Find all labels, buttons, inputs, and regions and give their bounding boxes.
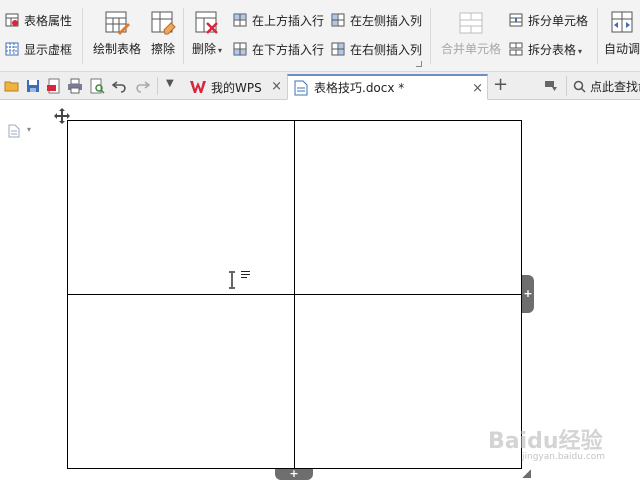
table-cell[interactable] <box>294 120 522 295</box>
watermark-site: jingyan.baidu.com <box>522 452 606 462</box>
gridlines-icon <box>5 42 19 56</box>
document-table[interactable] <box>67 120 522 469</box>
table-row <box>67 120 522 295</box>
tab-my-wps[interactable]: 我的WPS × <box>184 74 286 100</box>
delete-table-icon <box>195 11 218 34</box>
wps-logo-icon <box>190 81 206 93</box>
search-icon <box>573 80 586 93</box>
print-preview-icon[interactable] <box>89 78 105 94</box>
insert-col-right-button[interactable]: 在右侧插入列 <box>331 38 422 60</box>
table-properties-button[interactable]: 表格属性 <box>5 9 72 31</box>
text-cursor-icon <box>229 271 235 289</box>
split-cells-button[interactable]: 拆分单元格 <box>509 9 588 31</box>
auto-adjust-button[interactable]: 自动调 <box>604 10 640 66</box>
show-gridlines-label: 显示虚框 <box>24 42 73 57</box>
chevron-down-icon: ▾ <box>218 46 223 55</box>
auto-adjust-label: 自动调 <box>604 42 640 56</box>
table-resize-handle[interactable] <box>522 469 531 478</box>
print-icon[interactable] <box>67 78 83 94</box>
open-folder-icon[interactable] <box>4 78 20 94</box>
redo-icon[interactable] <box>134 78 150 94</box>
table-row <box>67 294 522 469</box>
draw-table-label: 绘制表格 <box>92 42 141 56</box>
new-tab-button[interactable]: + <box>493 76 508 94</box>
page-icon[interactable] <box>8 124 20 138</box>
insert-col-right-label: 在右侧插入列 <box>350 42 423 57</box>
delete-label: 删除 ▾ <box>191 42 223 56</box>
dialog-launcher-icon[interactable] <box>416 61 422 67</box>
insert-column-left-icon <box>331 13 345 27</box>
collapse-menu-icon[interactable] <box>544 80 558 92</box>
insert-row-above-icon <box>233 13 247 27</box>
watermark-brand: Baidu经验 <box>488 428 603 454</box>
delete-button[interactable]: 删除 ▾ <box>188 10 226 66</box>
split-table-button[interactable]: 拆分表格 ▾ <box>509 38 582 60</box>
merge-cells-label: 合并单元格 <box>440 42 501 56</box>
close-icon[interactable]: × <box>271 79 282 94</box>
insert-row-above-button[interactable]: 在上方插入行 <box>233 9 324 31</box>
insert-col-left-label: 在左侧插入列 <box>350 13 423 28</box>
draw-table-icon <box>105 11 130 35</box>
split-cells-label: 拆分单元格 <box>528 13 589 28</box>
command-search[interactable]: 点此查找命 <box>566 76 640 96</box>
insert-column-right-icon <box>331 42 345 56</box>
table-properties-label: 表格属性 <box>24 13 73 28</box>
ribbon-divider <box>183 8 184 64</box>
customize-dropdown-icon[interactable]: ▼ <box>166 78 174 89</box>
tab-document[interactable]: 表格技巧.docx * × <box>287 74 488 100</box>
insert-row-below-label: 在下方插入行 <box>252 42 325 57</box>
split-cells-icon <box>509 13 523 27</box>
draw-table-button[interactable]: 绘制表格 <box>92 10 142 66</box>
export-pdf-icon[interactable] <box>46 78 62 94</box>
tab-label: 我的WPS <box>211 80 262 95</box>
erase-button[interactable]: 擦除 <box>148 10 178 66</box>
eraser-icon <box>151 11 176 35</box>
table-properties-icon <box>5 13 19 27</box>
add-column-button[interactable]: + <box>522 275 534 313</box>
split-table-icon <box>509 42 523 56</box>
ribbon-toolbar: 表格属性 显示虚框 绘制表格 擦除 删除 ▾ 在上方插入行 在下方插入行 在左侧插… <box>0 0 640 72</box>
merge-cells-icon <box>459 12 483 34</box>
toolbar-divider <box>157 77 158 95</box>
split-table-label: 拆分表格 ▾ <box>528 42 583 57</box>
insert-col-left-button[interactable]: 在左侧插入列 <box>331 9 422 31</box>
ribbon-divider <box>82 8 83 64</box>
add-row-button[interactable]: + <box>275 468 313 480</box>
chevron-down-icon[interactable]: ▾ <box>27 125 31 134</box>
table-cell[interactable] <box>67 294 295 469</box>
show-gridlines-button[interactable]: 显示虚框 <box>5 38 72 60</box>
save-icon[interactable] <box>25 78 41 94</box>
close-icon[interactable]: × <box>472 81 483 96</box>
auto-adjust-icon <box>611 11 633 33</box>
insert-row-above-label: 在上方插入行 <box>252 13 325 28</box>
table-cell[interactable] <box>67 120 295 295</box>
ribbon-divider <box>597 8 598 64</box>
ribbon-divider <box>430 8 431 64</box>
tab-label: 表格技巧.docx * <box>314 81 405 95</box>
document-icon <box>294 80 308 95</box>
undo-icon[interactable] <box>112 78 128 94</box>
paragraph-options-icon[interactable] <box>240 270 251 279</box>
erase-label: 擦除 <box>150 42 175 56</box>
insert-row-below-icon <box>233 42 247 56</box>
insert-row-below-button[interactable]: 在下方插入行 <box>233 38 324 60</box>
chevron-down-icon: ▾ <box>578 46 583 56</box>
command-search-label: 点此查找命 <box>590 79 640 94</box>
tab-bar: ▼ 我的WPS × 表格技巧.docx * × <box>0 72 640 100</box>
merge-cells-button[interactable]: 合并单元格 <box>439 10 503 66</box>
